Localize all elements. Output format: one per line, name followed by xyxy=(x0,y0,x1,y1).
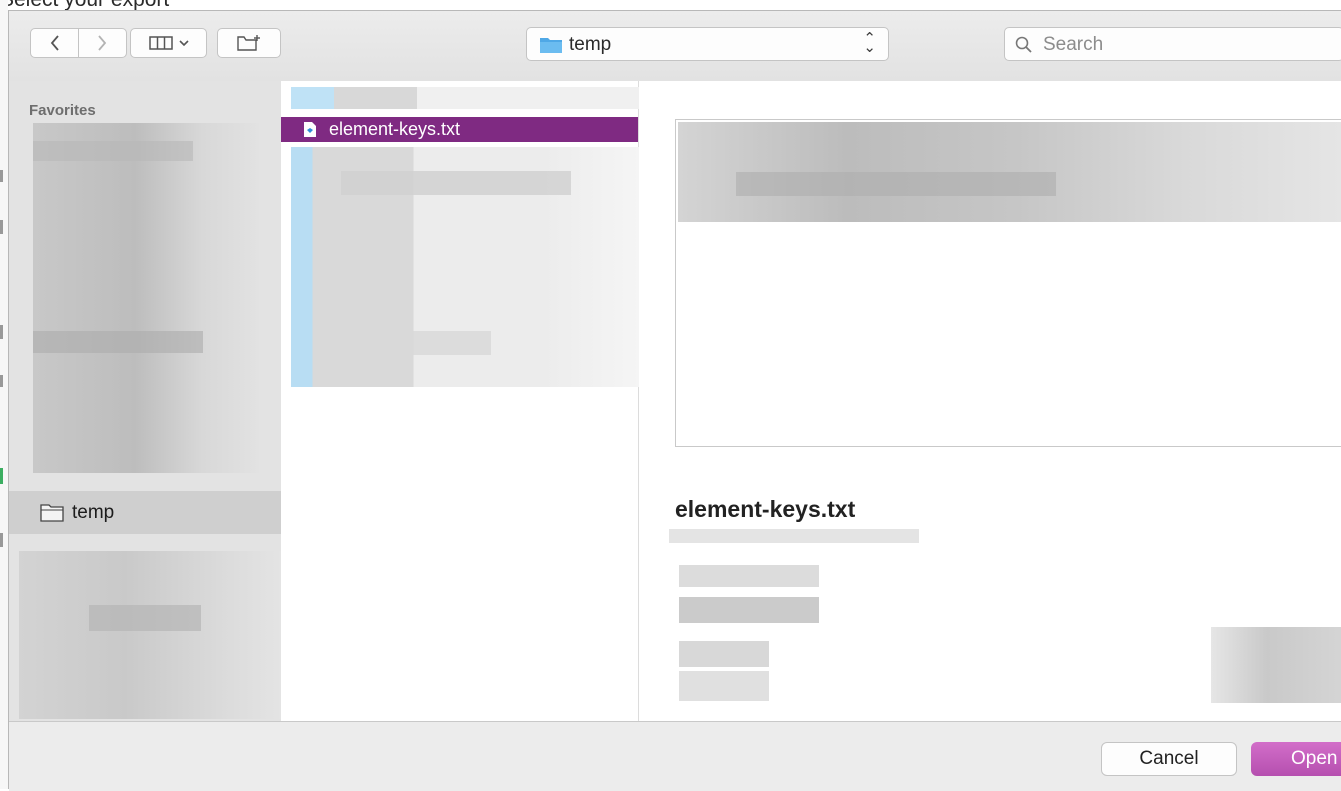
redacted-metadata xyxy=(669,529,919,543)
file-name: element-keys.txt xyxy=(329,119,461,139)
search-icon xyxy=(1015,36,1032,53)
background-window-edge xyxy=(0,0,8,789)
redacted-locations xyxy=(19,551,283,719)
redacted-metadata xyxy=(1211,627,1341,703)
redacted-block xyxy=(33,331,203,353)
cancel-button[interactable]: Cancel xyxy=(1101,742,1237,776)
edge-mark xyxy=(0,533,3,547)
open-file-dialog: temp ⌃⌄ Favorites temp xyxy=(8,10,1341,791)
chevron-right-icon xyxy=(98,35,107,51)
redacted-block xyxy=(341,171,571,195)
edge-mark xyxy=(0,375,3,387)
redacted-metadata xyxy=(679,597,819,623)
chevron-left-icon xyxy=(50,35,59,51)
edge-mark xyxy=(0,325,3,339)
location-label: temp xyxy=(569,34,612,55)
redacted-row xyxy=(291,87,651,109)
chevron-down-icon xyxy=(178,40,189,47)
redacted-block xyxy=(89,605,201,631)
new-folder-button[interactable] xyxy=(217,28,281,58)
redacted-block xyxy=(341,331,491,355)
sidebar-item-label: temp xyxy=(72,501,115,523)
open-button[interactable]: Open xyxy=(1251,742,1341,776)
search-input[interactable] xyxy=(1041,31,1335,59)
preview-file-name: element-keys.txt xyxy=(675,496,856,522)
redacted-block xyxy=(736,172,1056,196)
search-field[interactable] xyxy=(1004,27,1341,61)
new-folder-icon xyxy=(237,35,260,51)
edge-mark xyxy=(0,468,3,484)
dialog-footer: Cancel Open xyxy=(9,721,1341,791)
file-row-selected[interactable]: element-keys.txt xyxy=(281,117,638,142)
favorites-heading: Favorites xyxy=(29,102,96,119)
sidebar: Favorites temp xyxy=(9,81,283,721)
folder-icon xyxy=(40,504,64,522)
preview-pane: element-keys.txt xyxy=(639,81,1341,721)
document-icon xyxy=(304,122,316,137)
column-view-icon xyxy=(148,36,173,50)
redacted-metadata xyxy=(679,671,769,701)
sidebar-item-temp[interactable]: temp xyxy=(9,491,281,534)
toolbar: temp ⌃ ⌄ xyxy=(9,11,1341,82)
edge-mark xyxy=(0,170,3,182)
back-button[interactable] xyxy=(31,29,78,57)
up-down-arrows-icon: ⌃ ⌄ xyxy=(863,30,876,56)
redacted-metadata xyxy=(679,565,819,587)
forward-button[interactable] xyxy=(79,29,126,57)
view-mode-button[interactable] xyxy=(130,28,207,58)
location-popup[interactable]: temp ⌃ ⌄ xyxy=(526,27,889,61)
folder-icon xyxy=(540,38,562,53)
edge-mark xyxy=(0,220,3,234)
redacted-metadata xyxy=(679,641,769,667)
redacted-favorites xyxy=(33,123,259,473)
navigation-buttons xyxy=(30,28,127,58)
preview-thumbnail xyxy=(675,119,1341,447)
file-column: element-keys.txt xyxy=(281,81,651,721)
redacted-block xyxy=(33,141,193,161)
